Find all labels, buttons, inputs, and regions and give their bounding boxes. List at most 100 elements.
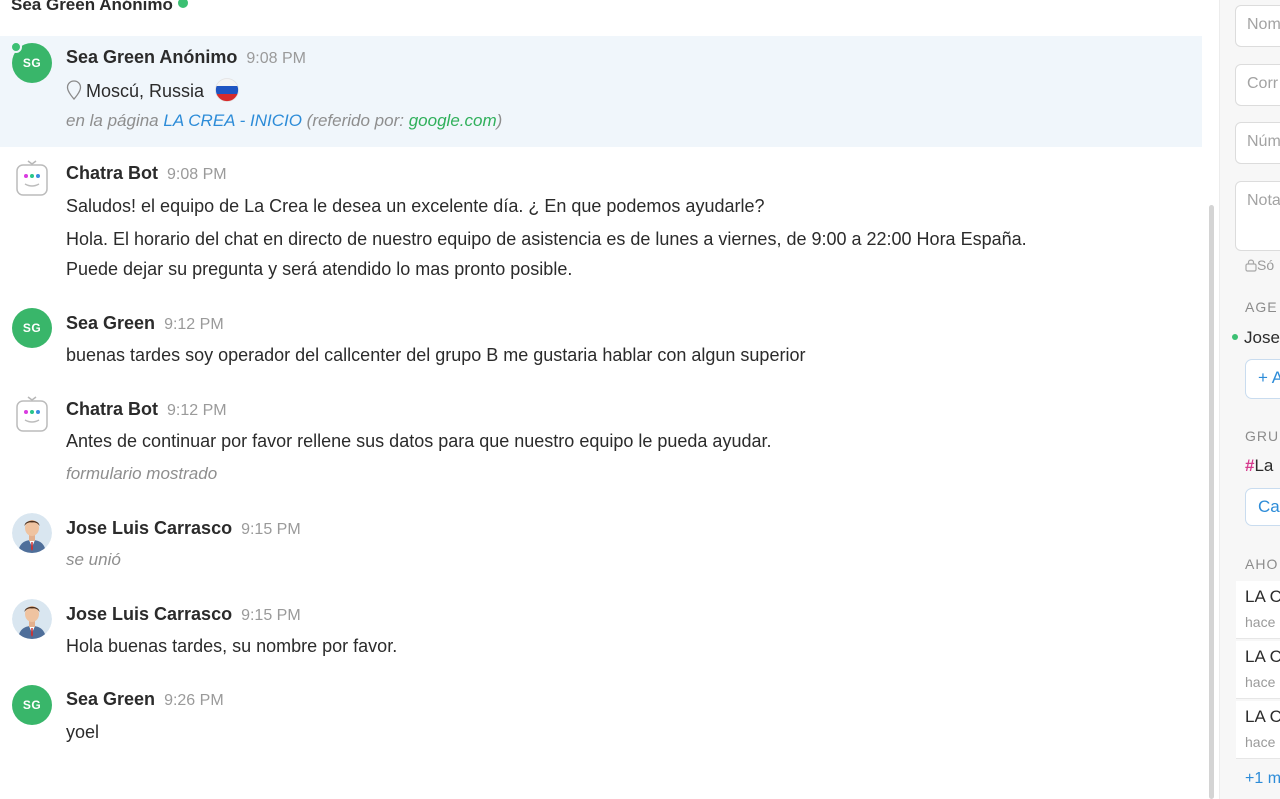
avatar-initials: SG bbox=[22, 321, 42, 335]
system-note: se unió bbox=[66, 550, 121, 569]
email-field-placeholder: Corr bbox=[1247, 75, 1279, 92]
now-browsing-heading: AHO bbox=[1245, 556, 1279, 572]
message-text: yoel bbox=[66, 722, 100, 742]
private-note-text: Só bbox=[1257, 257, 1275, 273]
agent-photo-icon bbox=[12, 513, 52, 553]
message-time: 9:08 PM bbox=[167, 166, 227, 183]
chat-message: Chatra Bot 9:12 PM Antes de continuar por… bbox=[0, 386, 1202, 496]
russia-flag-icon bbox=[215, 78, 239, 102]
agent-avatar[interactable] bbox=[12, 599, 52, 639]
recent-page-title: LA C bbox=[1245, 647, 1280, 666]
message-header: Sea Green 9:26 PM bbox=[66, 688, 224, 712]
chat-scrollbar[interactable] bbox=[1209, 205, 1214, 799]
message-header: Sea Green 9:12 PM bbox=[66, 312, 224, 336]
add-agent-button[interactable]: + A bbox=[1245, 359, 1280, 399]
message-header: Jose Luis Carrasco 9:15 PM bbox=[66, 517, 301, 541]
message-header: Chatra Bot 9:12 PM bbox=[66, 398, 227, 422]
name-field[interactable]: Nom bbox=[1235, 5, 1280, 47]
location-text: Moscú, Russia bbox=[86, 81, 205, 101]
change-group-button[interactable]: Ca bbox=[1245, 488, 1280, 526]
message-time: 9:15 PM bbox=[241, 521, 301, 538]
change-group-label: Ca bbox=[1258, 497, 1280, 516]
bot-avatar[interactable] bbox=[12, 158, 52, 198]
chat-transcript: Sea Green Anónimo SG Sea Green Anónimo 9:… bbox=[0, 0, 1210, 799]
agents-heading: AGE bbox=[1245, 299, 1278, 315]
avatar-initials: SG bbox=[22, 56, 42, 70]
message-text: Hola. El horario del chat en directo de … bbox=[66, 229, 1027, 249]
agent-entry[interactable]: Jose bbox=[1232, 328, 1280, 348]
online-indicator bbox=[10, 41, 22, 53]
chatra-bot-icon bbox=[16, 160, 48, 196]
add-agent-label: + A bbox=[1258, 368, 1280, 387]
email-field[interactable]: Corr bbox=[1235, 64, 1280, 106]
location-pin-icon bbox=[66, 80, 82, 100]
visitor-header: Sea Green Anónimo bbox=[11, 0, 188, 15]
message-time: 9:12 PM bbox=[167, 402, 227, 419]
bot-avatar[interactable] bbox=[12, 394, 52, 434]
group-entry: #La bbox=[1245, 456, 1273, 476]
recent-page-time: hace bbox=[1245, 674, 1276, 690]
referrer-suffix: ) bbox=[496, 111, 503, 130]
message-text: Antes de continuar por favor rellene sus… bbox=[66, 431, 772, 451]
groups-heading: GRU bbox=[1245, 428, 1280, 444]
visitor-info-message: SG Sea Green Anónimo 9:08 PM Moscú, Russi… bbox=[0, 36, 1202, 147]
visitor-header-name: Sea Green Anónimo bbox=[11, 0, 173, 14]
author-name[interactable]: Jose Luis Carrasco bbox=[66, 604, 232, 624]
message-text: Puede dejar su pregunta y será atendido … bbox=[66, 259, 573, 279]
chat-message: SG Sea Green 9:12 PM buenas tardes soy op… bbox=[0, 300, 1202, 380]
agent-name: Jose bbox=[1244, 328, 1280, 347]
agent-online-dot bbox=[1232, 334, 1238, 340]
message-time: 9:08 PM bbox=[246, 50, 306, 67]
name-field-placeholder: Nom bbox=[1247, 16, 1280, 33]
recent-page-time: hace bbox=[1245, 614, 1276, 630]
chat-message: Jose Luis Carrasco 9:15 PM Hola buenas ta… bbox=[0, 590, 1202, 670]
visitor-location: Moscú, Russia bbox=[66, 78, 239, 102]
notes-field-placeholder: Nota bbox=[1247, 192, 1280, 209]
author-name[interactable]: Chatra Bot bbox=[66, 163, 158, 183]
page-prefix: en la página bbox=[66, 111, 159, 130]
message-text: buenas tardes soy operador del callcente… bbox=[66, 345, 806, 365]
notes-field[interactable]: Nota bbox=[1235, 181, 1280, 251]
message-text: Saludos! el equipo de La Crea le desea u… bbox=[66, 196, 765, 216]
message-header: Jose Luis Carrasco 9:15 PM bbox=[66, 603, 301, 627]
agent-photo-icon bbox=[12, 599, 52, 639]
avatar[interactable]: SG bbox=[10, 41, 52, 83]
message-time: 9:12 PM bbox=[164, 316, 224, 333]
chatra-bot-icon bbox=[16, 396, 48, 432]
referrer-link[interactable]: google.com bbox=[409, 111, 497, 130]
chat-message: Chatra Bot 9:08 PM Saludos! el equipo de … bbox=[0, 150, 1202, 290]
author-name[interactable]: Chatra Bot bbox=[66, 399, 158, 419]
recent-page-item[interactable]: LA C hace bbox=[1236, 701, 1280, 759]
avatar[interactable]: SG bbox=[12, 685, 52, 725]
message-header: Chatra Bot 9:08 PM bbox=[66, 162, 227, 186]
phone-field-placeholder: Núm bbox=[1247, 133, 1280, 150]
agent-avatar[interactable] bbox=[12, 513, 52, 553]
recent-page-title: LA C bbox=[1245, 707, 1280, 726]
visitor-sidebar: Nom Corr Núm Nota Só AGE Jose + A GRU #L… bbox=[1219, 0, 1280, 799]
recent-page-item[interactable]: LA C hace bbox=[1236, 581, 1280, 639]
more-pages-link[interactable]: +1 m bbox=[1245, 770, 1280, 788]
message-time: 9:26 PM bbox=[164, 692, 224, 709]
author-name[interactable]: Sea Green bbox=[66, 313, 155, 333]
lock-icon bbox=[1245, 259, 1257, 272]
page-link[interactable]: LA CREA - INICIO bbox=[163, 111, 302, 130]
message-header: Sea Green Anónimo 9:08 PM bbox=[66, 46, 306, 70]
chat-message: Jose Luis Carrasco 9:15 PM se unió bbox=[0, 504, 1202, 584]
referrer-prefix: (referido por: bbox=[306, 111, 404, 130]
recent-page-title: LA C bbox=[1245, 587, 1280, 606]
message-time: 9:15 PM bbox=[241, 607, 301, 624]
visited-page-info: en la página LA CREA - INICIO (referido … bbox=[66, 110, 502, 132]
chat-message: SG Sea Green 9:26 PM yoel bbox=[0, 676, 1202, 756]
message-text: Hola buenas tardes, su nombre por favor. bbox=[66, 636, 398, 656]
online-status-dot bbox=[177, 0, 188, 8]
avatar-initials: SG bbox=[22, 698, 42, 712]
phone-field[interactable]: Núm bbox=[1235, 122, 1280, 164]
author-name[interactable]: Jose Luis Carrasco bbox=[66, 518, 232, 538]
avatar[interactable]: SG bbox=[12, 308, 52, 348]
author-name[interactable]: Sea Green Anónimo bbox=[66, 47, 237, 67]
group-name: La bbox=[1254, 456, 1274, 475]
recent-page-item[interactable]: LA C hace bbox=[1236, 641, 1280, 699]
author-name[interactable]: Sea Green bbox=[66, 689, 155, 709]
private-note-hint: Só bbox=[1245, 257, 1274, 273]
system-note: formulario mostrado bbox=[66, 464, 218, 483]
